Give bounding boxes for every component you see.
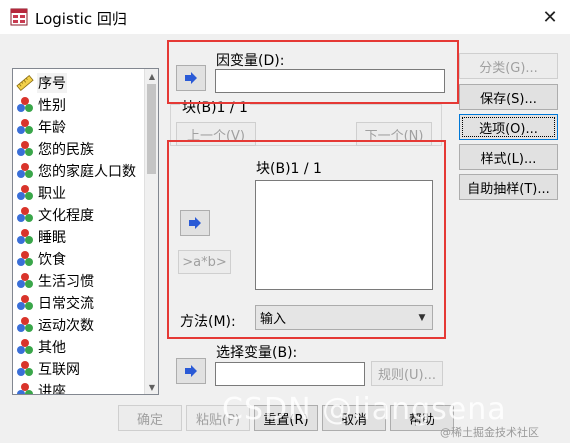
watermark-text: CSDN @liangsena [222,392,507,427]
annotation-box-covariates [167,140,446,339]
variable-list-item[interactable]: 运动次数 [15,314,143,336]
variable-list-item[interactable]: 文化程度 [15,204,143,226]
variable-label: 日常交流 [38,296,94,312]
nominal-icon [17,317,33,332]
selection-label: 选择变量(B): [216,345,298,361]
scroll-thumb[interactable] [147,84,156,174]
options-button[interactable]: 选项(O)... [459,114,558,140]
variable-list-item[interactable]: 饮食 [15,248,143,270]
nominal-icon [17,295,33,310]
right-arrow-icon [185,365,197,377]
variable-list-item[interactable]: 其他 [15,336,143,358]
variable-list-item[interactable]: 日常交流 [15,292,143,314]
variable-label: 生活习惯 [38,274,94,290]
nominal-icon [17,163,33,178]
nominal-icon [17,383,33,394]
bootstrap-button[interactable]: 自助抽样(T)... [459,174,558,200]
scroll-up-icon[interactable]: ▲ [145,69,158,83]
nominal-icon [17,229,33,244]
nominal-icon [17,185,33,200]
style-button[interactable]: 样式(L)... [459,144,558,170]
variable-list-item[interactable]: 您的民族 [15,138,143,160]
nominal-icon [17,141,33,156]
nominal-icon [17,339,33,354]
variable-list[interactable]: 序号性别年龄您的民族您的家庭人口数 职业文化程度睡眠饮食生活习惯日常交流运动次数其… [12,68,159,395]
variable-list-item[interactable]: 您的家庭人口数 [15,160,143,182]
watermark-corner: @稀土掘金技术社区 [440,426,539,439]
move-to-selection-button[interactable] [176,358,206,384]
ruler-icon [16,74,34,92]
variable-list-scrollbar[interactable]: ▲ ▼ [144,69,158,394]
close-icon: ✕ [542,6,558,28]
window-title: Logistic 回归 [35,10,127,28]
title-bar: Logistic 回归 ✕ [0,0,570,34]
close-button[interactable]: ✕ [536,4,564,30]
selection-field[interactable] [215,362,365,386]
variable-label: 文化程度 [38,208,94,224]
variable-label: 年龄 [38,120,66,136]
logistic-dialog: Logistic 回归 ✕ 序号性别年龄您的民族您的家庭人口数 职业文化程度睡眠饮… [0,0,570,443]
variable-list-item[interactable]: 生活习惯 [15,270,143,292]
variable-list-item[interactable]: 年龄 [15,116,143,138]
variable-label: 性别 [38,98,66,114]
variable-list-item[interactable]: 互联网 [15,358,143,380]
variable-list-item[interactable]: 睡眠 [15,226,143,248]
nominal-icon [17,251,33,266]
variable-label: 运动次数 [38,318,94,334]
variable-label: 您的民族 [38,142,94,158]
variable-label: 序号 [37,73,67,93]
scroll-down-icon[interactable]: ▼ [145,380,158,394]
rule-button[interactable]: 规则(U)... [371,361,443,386]
categorical-button[interactable]: 分类(G)... [459,53,558,79]
nominal-icon [17,207,33,222]
ok-button[interactable]: 确定 [118,405,182,431]
variable-label: 职业 [38,186,66,202]
nominal-icon [17,119,33,134]
nominal-icon [17,273,33,288]
nominal-icon [17,97,33,112]
variable-list-item[interactable]: 职业 [15,182,143,204]
variable-list-item[interactable]: 讲座 [15,380,143,395]
variable-list-item[interactable]: 性别 [15,94,143,116]
variable-label: 您的家庭人口数 [38,164,136,180]
annotation-box-dependent [167,40,459,104]
variable-label: 其他 [38,340,66,356]
nominal-icon [17,361,33,376]
variable-label: 讲座 [38,384,66,395]
variable-label: 互联网 [38,362,80,378]
variable-label: 睡眠 [38,230,66,246]
variable-label: 饮食 [38,252,66,268]
spss-app-icon [10,8,28,26]
save-button[interactable]: 保存(S)... [459,84,558,110]
variable-list-item[interactable]: 序号 [15,72,143,94]
